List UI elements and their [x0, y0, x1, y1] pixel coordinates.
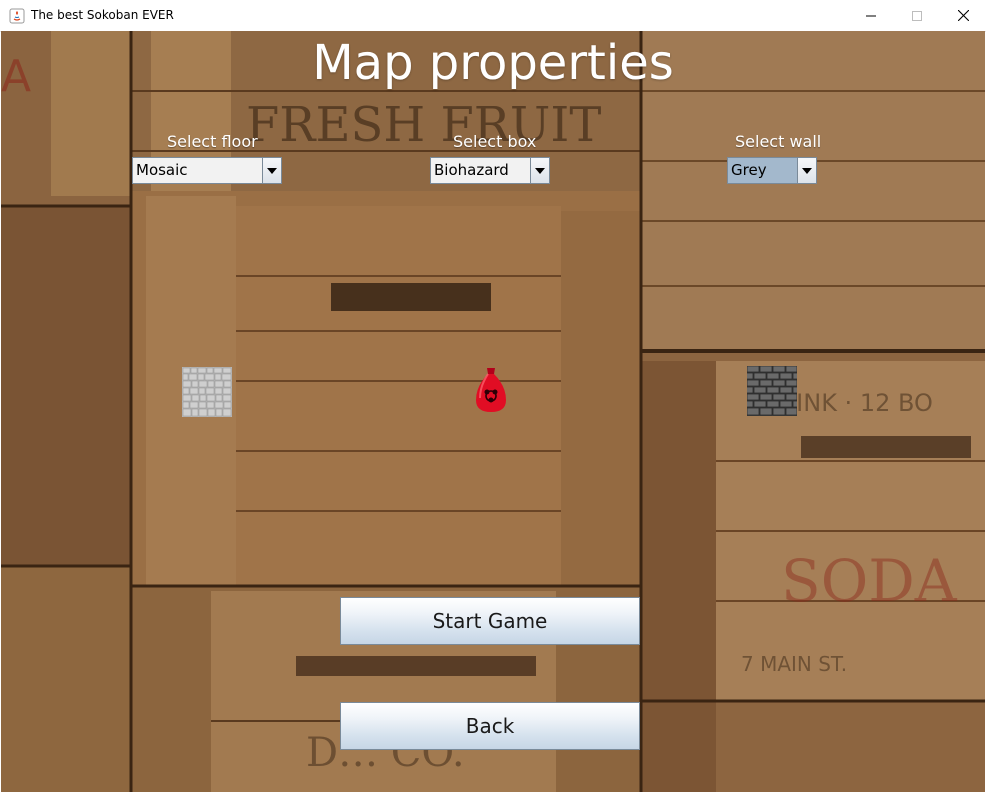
chevron-down-icon[interactable]: [797, 158, 816, 183]
floor-dropdown[interactable]: Mosaic: [132, 157, 282, 184]
svg-text:SODA: SODA: [781, 547, 958, 615]
java-app-icon: [9, 8, 25, 24]
window-title: The best Sokoban EVER: [31, 8, 174, 22]
back-button[interactable]: Back: [340, 702, 640, 750]
app-window: The best Sokoban EVER FRESH FRUIT DRINK …: [0, 0, 986, 793]
biohazard-box-icon: [476, 368, 506, 412]
content-panel: FRESH FRUIT DRINK · 12 BO SODA 7 MAIN ST…: [1, 31, 985, 792]
chevron-down-icon[interactable]: [530, 158, 549, 183]
page-title: Map properties: [312, 35, 674, 91]
select-floor-label: Select floor: [167, 132, 258, 151]
svg-text:FRESH FRUIT: FRESH FRUIT: [246, 97, 601, 153]
wall-dropdown[interactable]: Grey: [727, 157, 817, 184]
maximize-icon: [912, 10, 922, 21]
maximize-button[interactable]: [894, 0, 940, 31]
chevron-down-icon[interactable]: [262, 158, 281, 183]
wall-dropdown-value: Grey: [728, 158, 797, 183]
floor-tile-icon: [182, 367, 232, 417]
box-dropdown-value: Biohazard: [434, 161, 509, 179]
title-bar[interactable]: The best Sokoban EVER: [0, 0, 986, 32]
start-game-button[interactable]: Start Game: [340, 597, 640, 645]
minimize-icon: [866, 15, 876, 16]
select-box-label: Select box: [453, 132, 537, 151]
svg-text:7 MAIN ST.: 7 MAIN ST.: [741, 652, 847, 676]
floor-dropdown-value: Mosaic: [136, 161, 188, 179]
box-dropdown[interactable]: Biohazard: [430, 157, 550, 184]
brick-wall-icon: [747, 366, 797, 416]
select-wall-label: Select wall: [735, 132, 822, 151]
close-icon: [957, 10, 969, 21]
minimize-button[interactable]: [848, 0, 894, 31]
close-button[interactable]: [940, 0, 986, 31]
